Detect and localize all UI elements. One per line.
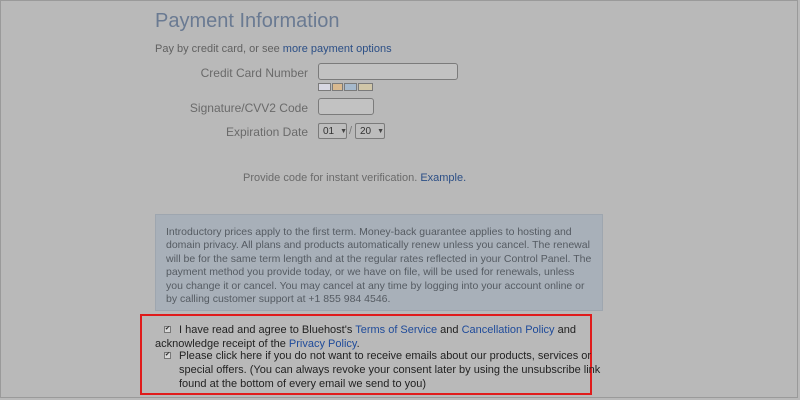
terms-checkbox[interactable]: ✔ [164,326,171,333]
emails-line-3: found at the bottom of every email we se… [179,378,427,390]
exp-separator: / [349,125,353,137]
terms-line-1: I have read and agree to Bluehost's Term… [179,324,576,337]
verification-text: Provide code for instant verification. [243,172,421,184]
cancellation-policy-link[interactable]: Cancellation Policy [462,324,555,336]
exp-year-select[interactable]: 20 ▼ [355,123,385,139]
discover-icon [358,83,373,91]
mastercard-icon [332,83,343,91]
terms-prefix: I have read and agree to Bluehost's [179,324,356,336]
verification-hint: Provide code for instant verification. E… [243,172,466,184]
card-number-label: Credit Card Number [200,66,308,80]
privacy-policy-link[interactable]: Privacy Policy [289,338,357,350]
emails-line-1: Please click here if you do not want to … [179,350,592,362]
example-link[interactable]: Example. [420,172,466,184]
amex-icon [344,83,357,91]
chevron-down-icon: ▼ [340,128,348,135]
renewal-notice: Introductory prices apply to the first t… [155,214,603,311]
page-title: Payment Information [155,10,340,32]
exp-month-select[interactable]: 01 ▼ [318,123,347,139]
visa-icon [318,83,331,91]
card-brand-icons [318,83,373,91]
more-payment-options-link[interactable]: more payment options [283,43,392,55]
subtitle-text: Pay by credit card, or see [155,43,283,55]
cvv-label: Signature/CVV2 Code [189,101,308,115]
terms-line2-prefix: acknowledge receipt of the [155,338,289,350]
chevron-down-icon: ▼ [377,128,385,135]
emails-line-2: special offers. (You can always revoke y… [179,364,601,376]
card-number-input[interactable] [318,63,458,80]
terms-of-service-link[interactable]: Terms of Service [355,324,437,336]
terms-suffix: and [554,324,576,336]
exp-year-value: 20 [360,126,372,137]
exp-month-value: 01 [323,126,335,137]
cvv-input[interactable] [318,98,374,115]
terms-and: and [437,324,462,336]
expiration-label: Expiration Date [225,125,308,139]
payment-subtitle: Pay by credit card, or see more payment … [155,43,392,55]
terms-line2-suffix: . [356,338,360,350]
email-optout-checkbox[interactable]: ✔ [164,352,171,359]
